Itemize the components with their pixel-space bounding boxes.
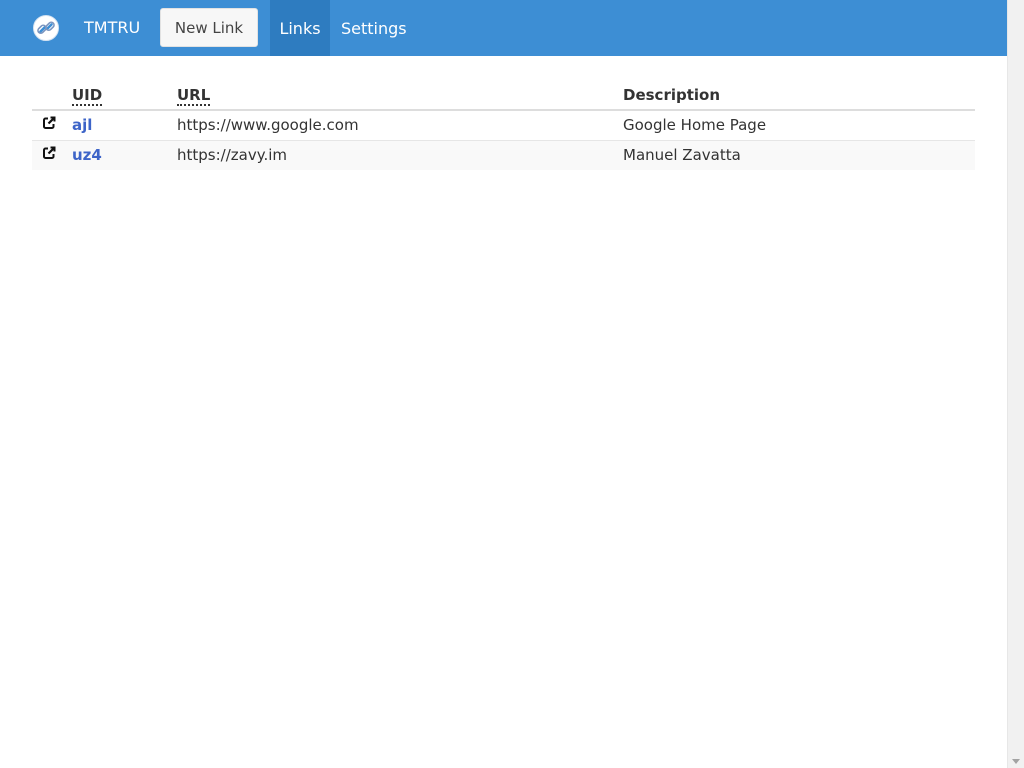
row-url: https://zavy.im: [177, 146, 287, 165]
row-uid: uz4: [72, 140, 177, 170]
external-link-icon[interactable]: [41, 145, 57, 161]
row-icon-cell: [32, 140, 72, 170]
row-description: Manuel Zavatta: [623, 146, 741, 165]
vertical-scrollbar[interactable]: [1007, 0, 1024, 768]
new-link-button[interactable]: New Link: [160, 8, 258, 47]
header-row: UID URL Description: [32, 80, 975, 111]
uid-link[interactable]: ajl: [72, 116, 92, 134]
table-row: ajl https://www.google.com Google Home P…: [32, 110, 975, 141]
links-table: UID URL Description ajl https://www.goog…: [32, 80, 975, 170]
uid-link[interactable]: uz4: [72, 146, 102, 164]
header-url-label: URL: [177, 85, 211, 106]
row-url: https://www.google.com: [177, 110, 623, 141]
header-icon-col: [32, 80, 72, 111]
brand-name[interactable]: TMTRU: [84, 17, 140, 39]
external-link-icon[interactable]: [41, 115, 57, 131]
row-icon-cell: [32, 110, 72, 141]
nav-settings-tab[interactable]: Settings: [341, 0, 407, 56]
header-uid: UID: [72, 80, 177, 111]
table-header: UID URL Description: [32, 80, 975, 111]
top-navbar: TMTRU New Link Links Settings: [0, 0, 1007, 56]
table-row: uz4 https://zavy.im Manuel Zavatta: [32, 140, 975, 170]
header-description: Description: [623, 80, 975, 111]
nav-links-tab[interactable]: Links: [270, 0, 330, 56]
header-url: URL: [177, 80, 623, 111]
page: TMTRU New Link Links Settings UID URL De…: [0, 0, 1007, 768]
header-uid-label: UID: [72, 85, 103, 106]
row-uid: ajl: [72, 110, 177, 141]
table-body: ajl https://www.google.com Google Home P…: [32, 110, 975, 170]
scroll-down-arrow-icon[interactable]: [1012, 759, 1020, 764]
row-description: Google Home Page: [623, 110, 975, 141]
link-chain-logo-icon[interactable]: [32, 14, 60, 42]
